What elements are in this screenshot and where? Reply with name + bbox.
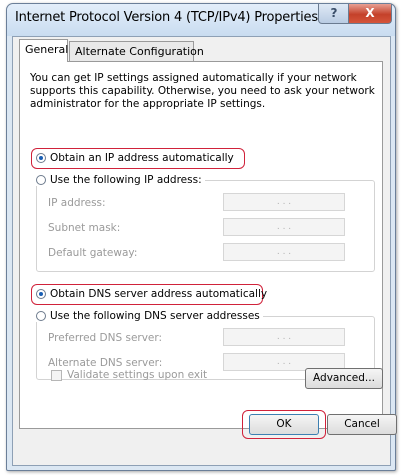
radio-use-following-dns[interactable]: Use the following DNS server addresses [36,310,263,322]
radio-use-following-ip[interactable]: Use the following IP address: [36,174,205,186]
ip-address-field[interactable]: . . . [223,193,345,211]
radio-unselected-icon [36,175,46,185]
radio-label: Obtain an IP address automatically [50,152,234,164]
dialog-body: General Alternate Configuration You can … [12,36,391,466]
window-title: Internet Protocol Version 4 (TCP/IPv4) P… [15,10,318,25]
preferred-dns-field[interactable]: . . . [223,328,345,346]
close-icon: X [365,6,375,20]
radio-label: Use the following IP address: [50,174,202,186]
ip-address-label: IP address: [48,197,106,209]
validate-settings-checkbox[interactable]: Validate settings upon exit [51,369,207,381]
dialog-window: Internet Protocol Version 4 (TCP/IPv4) P… [6,3,397,471]
subnet-mask-label: Subnet mask: [48,222,121,234]
ok-button[interactable]: OK [249,414,319,435]
radio-selected-icon [36,153,46,163]
radio-unselected-icon [36,311,46,321]
radio-label: Use the following DNS server addresses [50,310,260,322]
help-icon: ? [330,6,338,20]
default-gateway-field[interactable]: . . . [223,243,345,261]
subnet-mask-field[interactable]: . . . [223,218,345,236]
description-text: You can get IP settings assigned automat… [30,72,375,110]
radio-label: Obtain DNS server address automatically [50,288,268,300]
radio-obtain-ip-automatically[interactable]: Obtain an IP address automatically [36,152,234,164]
advanced-button[interactable]: Advanced... [305,368,383,389]
tab-general[interactable]: General [19,39,68,62]
checkbox-label: Validate settings upon exit [67,369,208,381]
preferred-dns-label: Preferred DNS server: [48,332,163,344]
radio-obtain-dns-automatically[interactable]: Obtain DNS server address automatically [36,288,267,300]
help-button[interactable]: ? [318,4,350,24]
radio-selected-icon [36,289,46,299]
checkbox-box [51,369,62,381]
default-gateway-label: Default gateway: [48,247,138,259]
close-button[interactable]: X [348,4,392,24]
alternate-dns-label: Alternate DNS server: [48,357,163,369]
tab-alternate-configuration[interactable]: Alternate Configuration [69,41,204,61]
cancel-button[interactable]: Cancel [327,414,397,435]
title-bar: Internet Protocol Version 4 (TCP/IPv4) P… [7,4,395,36]
